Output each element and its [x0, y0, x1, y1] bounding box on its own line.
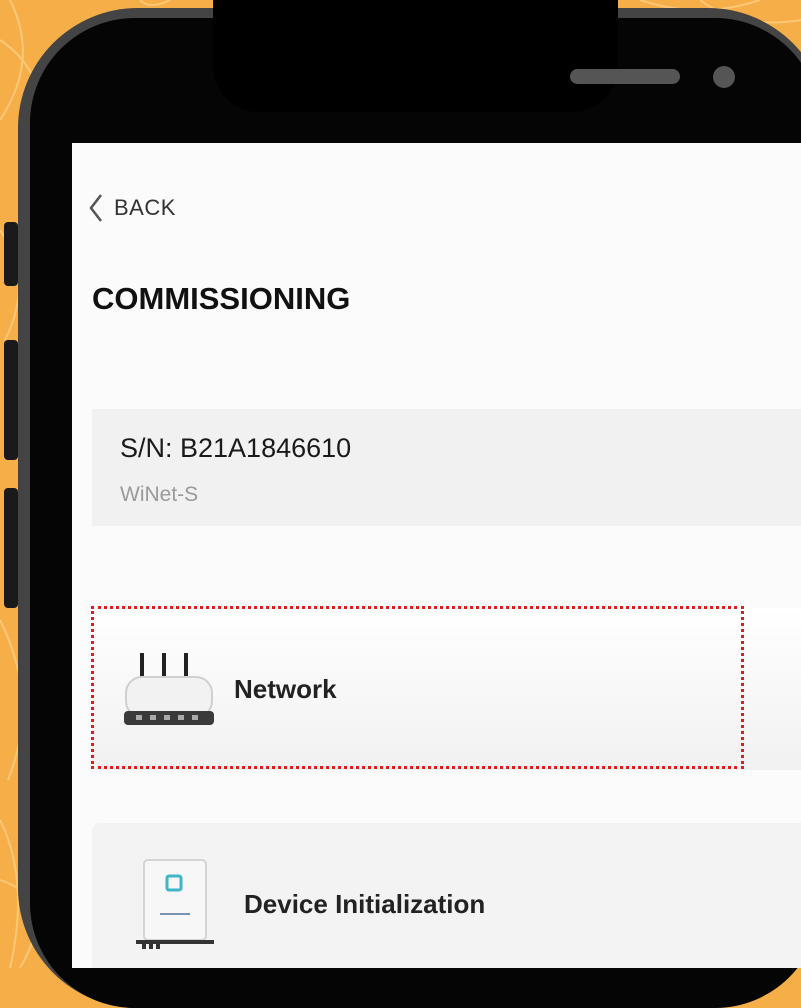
- front-camera: [713, 66, 735, 88]
- side-button-mute: [4, 222, 18, 286]
- side-button-volume-down: [4, 488, 18, 608]
- app-screen: BACK COMMISSIONING S/N: B21A1846610 WiNe…: [72, 143, 801, 968]
- side-button-volume-up: [4, 340, 18, 460]
- device-model: WiNet-S: [120, 483, 199, 506]
- menu-item-label: Device Initialization: [244, 888, 486, 919]
- back-label: BACK: [114, 195, 176, 220]
- serial-number: S/N: B21A1846610: [120, 433, 352, 463]
- back-button[interactable]: BACK: [88, 193, 176, 223]
- menu-item-label: Network: [234, 673, 337, 704]
- menu-item-device-initialization[interactable]: Device Initialization: [92, 823, 801, 968]
- menu-item-network[interactable]: Network: [92, 608, 801, 770]
- device-info-card: S/N: B21A1846610 WiNet-S: [92, 409, 801, 526]
- router-icon: [124, 653, 214, 725]
- page-title: COMMISSIONING: [92, 281, 351, 316]
- chevron-left-icon: [89, 194, 102, 222]
- speaker-grille: [570, 69, 680, 84]
- phone-notch: [213, 0, 735, 112]
- inverter-icon: [136, 859, 214, 949]
